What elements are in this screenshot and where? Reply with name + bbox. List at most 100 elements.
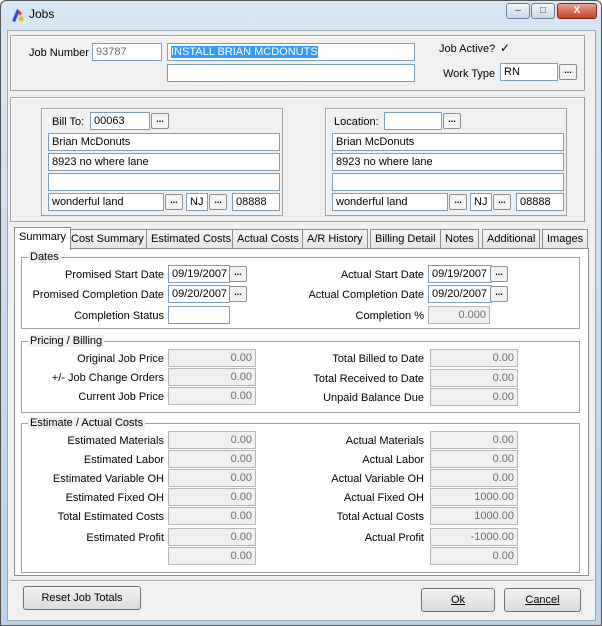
original-price-field[interactable]: 0.00 — [168, 349, 256, 367]
job-description-text: INSTALL BRIAN MCDONUTS — [171, 46, 318, 58]
maximize-button[interactable]: □ — [531, 3, 555, 19]
bill-to-lookup-button[interactable]: ... — [151, 113, 169, 129]
location-city-field[interactable]: wonderful land — [332, 193, 448, 211]
bill-to-group: Bill To: 00063 ... Brian McDonuts 8923 n… — [41, 108, 283, 216]
total-received-field[interactable]: 0.00 — [430, 369, 518, 387]
reset-job-totals-button[interactable]: Reset Job Totals — [23, 586, 141, 610]
actual-start-field[interactable]: 09/19/2007 — [428, 265, 492, 283]
total-act-field[interactable]: 1000.00 — [430, 507, 518, 525]
actual-completion-label: Actual Completion Date — [308, 289, 424, 301]
window-title: Jobs — [29, 7, 55, 21]
act-var-oh-field[interactable]: 0.00 — [430, 469, 518, 487]
act-labor-field[interactable]: 0.00 — [430, 450, 518, 468]
bill-to-code-field[interactable]: 00063 — [90, 112, 150, 130]
location-state-field[interactable]: NJ — [470, 193, 492, 211]
ok-button-label: Ok — [450, 594, 466, 606]
job-number-label: Job Number — [29, 47, 89, 59]
ok-button[interactable]: Ok — [421, 588, 495, 612]
promised-start-field[interactable]: 09/19/2007 — [168, 265, 230, 283]
actual-start-label: Actual Start Date — [340, 269, 424, 281]
cancel-button[interactable]: Cancel — [504, 588, 581, 612]
tab-notes[interactable]: Notes — [440, 229, 479, 249]
tab-cost-summary[interactable]: Cost Summary — [66, 229, 149, 249]
act-profit-field[interactable]: -1000.00 — [430, 528, 518, 546]
promised-completion-label: Promised Completion Date — [32, 289, 164, 301]
location-city-lookup-button[interactable]: ... — [449, 194, 467, 210]
completion-status-field[interactable] — [168, 306, 230, 324]
bill-to-address1-field[interactable]: 8923 no where lane — [48, 153, 280, 171]
total-est-field[interactable]: 0.00 — [168, 507, 256, 525]
tab-billing-detail[interactable]: Billing Detail — [370, 229, 441, 249]
total-received-label: Total Received to Date — [313, 373, 424, 385]
location-state-lookup-button[interactable]: ... — [493, 194, 511, 210]
tab-actual-costs[interactable]: Actual Costs — [232, 229, 304, 249]
job-number-field[interactable]: 93787 — [92, 43, 162, 61]
est-fixed-oh-field[interactable]: 0.00 — [168, 488, 256, 506]
close-button[interactable]: X — [557, 3, 597, 19]
costs-title: Estimate / Actual Costs — [28, 417, 146, 429]
promised-completion-picker-button[interactable]: ... — [229, 286, 247, 302]
costs-group: Estimate / Actual Costs Estimated Materi… — [21, 417, 580, 573]
current-price-field[interactable]: 0.00 — [168, 387, 256, 405]
tab-estimated-costs[interactable]: Estimated Costs — [146, 229, 237, 249]
bill-to-name-field[interactable]: Brian McDonuts — [48, 133, 280, 151]
bill-to-city-lookup-button[interactable]: ... — [165, 194, 183, 210]
promised-completion-field[interactable]: 09/20/2007 — [168, 285, 230, 303]
bill-to-state-lookup-button[interactable]: ... — [209, 194, 227, 210]
work-type-field[interactable]: RN — [500, 63, 558, 81]
job-description-field[interactable]: INSTALL BRIAN MCDONUTS — [167, 43, 415, 61]
actual-start-picker-button[interactable]: ... — [490, 266, 508, 282]
bill-to-address2-field[interactable] — [48, 173, 280, 191]
est-profit-field[interactable]: 0.00 — [168, 528, 256, 546]
work-type-label: Work Type — [443, 68, 496, 80]
original-price-label: Original Job Price — [77, 353, 164, 365]
tab-summary[interactable]: Summary — [14, 227, 72, 250]
completion-pct-field[interactable]: 0.000 — [428, 306, 490, 324]
bill-to-zip-field[interactable]: 08888 — [232, 193, 280, 211]
act-profit-pct-field[interactable]: 0.00 — [430, 547, 518, 565]
bill-to-city-field[interactable]: wonderful land — [48, 193, 164, 211]
job-active-checkbox[interactable]: ✓ — [500, 42, 513, 55]
est-profit-pct-field[interactable]: 0.00 — [168, 547, 256, 565]
location-label: Location: — [334, 116, 379, 128]
act-fixed-oh-field[interactable]: 1000.00 — [430, 488, 518, 506]
work-type-lookup-button[interactable]: ... — [559, 64, 577, 80]
minimize-button[interactable]: – — [506, 3, 530, 19]
app-icon — [12, 9, 24, 22]
current-price-label: Current Job Price — [78, 391, 164, 403]
est-fixed-oh-label: Estimated Fixed OH — [65, 492, 164, 504]
cancel-button-label: Cancel — [525, 594, 560, 606]
total-billed-field[interactable]: 0.00 — [430, 349, 518, 367]
pricing-group: Pricing / Billing Original Job Price 0.0… — [21, 335, 580, 413]
promised-start-picker-button[interactable]: ... — [229, 266, 247, 282]
location-address2-field[interactable] — [332, 173, 564, 191]
change-orders-field[interactable]: 0.00 — [168, 368, 256, 386]
summary-panel: Dates Promised Start Date 09/19/2007 ...… — [14, 248, 589, 576]
bill-to-state-field[interactable]: NJ — [186, 193, 208, 211]
location-zip-field[interactable]: 08888 — [516, 193, 564, 211]
title-bar[interactable]: Jobs – □ X — [1, 1, 601, 28]
tab-additional[interactable]: Additional — [482, 229, 541, 249]
location-address1-field[interactable]: 8923 no where lane — [332, 153, 564, 171]
tab-images[interactable]: Images — [542, 229, 589, 249]
total-est-label: Total Estimated Costs — [57, 511, 164, 523]
actual-completion-picker-button[interactable]: ... — [490, 286, 508, 302]
est-var-oh-field[interactable]: 0.00 — [168, 469, 256, 487]
est-profit-label: Estimated Profit — [86, 532, 164, 544]
act-materials-field[interactable]: 0.00 — [430, 431, 518, 449]
location-name-field[interactable]: Brian McDonuts — [332, 133, 564, 151]
location-lookup-button[interactable]: ... — [443, 113, 461, 129]
est-materials-label: Estimated Materials — [67, 435, 164, 447]
unpaid-balance-field[interactable]: 0.00 — [430, 388, 518, 406]
job-description2-field[interactable] — [167, 64, 415, 82]
completion-status-label: Completion Status — [74, 310, 164, 322]
actual-completion-field[interactable]: 09/20/2007 — [428, 285, 492, 303]
total-billed-label: Total Billed to Date — [332, 353, 424, 365]
est-labor-field[interactable]: 0.00 — [168, 450, 256, 468]
pricing-title: Pricing / Billing — [28, 335, 105, 347]
tab-ar-history[interactable]: A/R History — [302, 229, 368, 249]
est-materials-field[interactable]: 0.00 — [168, 431, 256, 449]
location-code-field[interactable] — [384, 112, 442, 130]
act-labor-label: Actual Labor — [362, 454, 424, 466]
location-group: Location: ... Brian McDonuts 8923 no whe… — [325, 108, 567, 216]
